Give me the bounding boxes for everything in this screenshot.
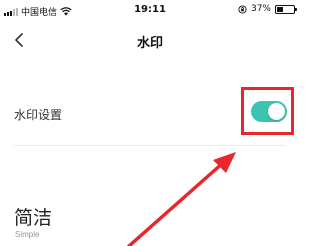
toggle-knob: [268, 103, 285, 120]
status-right: 37%: [238, 4, 297, 14]
battery-icon: [275, 4, 297, 14]
style-option-subtitle: Simple: [15, 230, 40, 239]
nav-bar: 水印: [0, 22, 300, 60]
style-option-title[interactable]: 简洁: [14, 203, 52, 230]
divider: [14, 145, 286, 146]
page-title: 水印: [136, 36, 163, 51]
status-bar: 中国电信 19:11 37%: [0, 0, 300, 22]
watermark-settings-screen: 中国电信 19:11 37% 水印 水印设置 简洁 Simple: [0, 0, 300, 246]
watermark-toggle[interactable]: [251, 101, 287, 122]
watermark-setting-label: 水印设置: [14, 108, 63, 122]
battery-percent: 37%: [250, 4, 271, 14]
rotation-lock-icon: [238, 4, 247, 14]
